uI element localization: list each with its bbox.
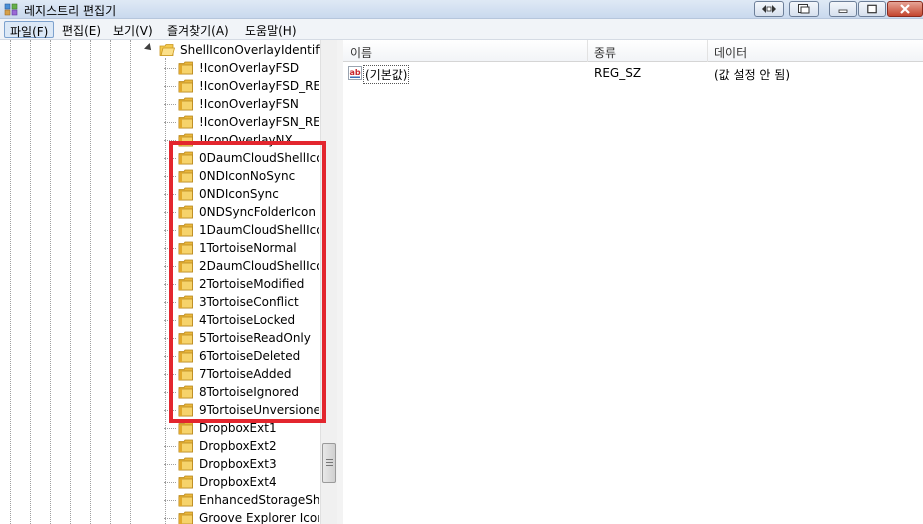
window-mode-button[interactable]	[789, 1, 819, 17]
list-header: 이름 종류 데이터	[343, 40, 923, 62]
string-value-icon: ab	[348, 66, 362, 80]
tree-item[interactable]: !IconOverlayFSD	[150, 59, 320, 77]
thumb-grip	[326, 459, 333, 460]
highlight-box	[169, 141, 326, 423]
tree-item-label: !IconOverlayFSN	[199, 97, 299, 111]
tree-item[interactable]: !IconOverlayFSN	[150, 95, 320, 113]
tree-item-label: !IconOverlayFSD	[199, 61, 300, 75]
window-restore-icon	[798, 4, 810, 14]
column-header-type[interactable]: 종류	[594, 44, 616, 61]
folder-icon	[178, 97, 193, 111]
tree-item-label: DropboxExt3	[199, 457, 277, 471]
folder-icon	[178, 475, 193, 489]
menu-file[interactable]: 파일(F)	[4, 21, 55, 39]
folder-icon	[178, 61, 193, 75]
tree-connector	[164, 482, 176, 483]
tree-item[interactable]: !IconOverlayFSD_REVOC	[150, 77, 320, 95]
tree-guide-line	[110, 40, 111, 524]
tree-item-label: !IconOverlayFSN_REVOC	[199, 115, 319, 129]
double-arrow-icon	[762, 5, 776, 13]
column-divider[interactable]	[587, 40, 588, 62]
folder-icon	[178, 439, 193, 453]
tree-connector	[164, 446, 176, 447]
column-divider[interactable]	[707, 40, 708, 62]
folder-icon	[178, 511, 193, 524]
svg-text:ab: ab	[350, 68, 361, 77]
maximize-icon	[867, 4, 877, 14]
folder-icon	[178, 457, 193, 471]
tree-connector	[164, 86, 176, 87]
tree-connector	[164, 500, 176, 501]
folder-icon	[178, 421, 193, 435]
folder-icon	[178, 115, 193, 129]
close-icon	[900, 4, 910, 14]
tree-item-label: ShellIconOverlayIdentifiers	[180, 43, 320, 57]
tree-item[interactable]: DropboxExt2	[150, 437, 320, 455]
registry-editor-icon	[4, 3, 18, 16]
value-data: (값 설정 안 됨)	[714, 68, 791, 82]
value-name: (기본값)	[363, 65, 410, 84]
menu-help[interactable]: 도움말(H)	[240, 21, 302, 38]
tree-guide-line	[50, 40, 51, 524]
tree-item[interactable]: Groove Explorer Icon O	[150, 509, 320, 524]
minimize-button[interactable]	[829, 1, 857, 17]
tree-connector	[164, 464, 176, 465]
tree-item-label: !IconOverlayFSD_REVOC	[199, 79, 319, 93]
menu-edit[interactable]: 편집(E)	[57, 21, 106, 38]
open-folder-icon	[159, 44, 175, 56]
tree-guide-line	[30, 40, 31, 524]
tree-connector	[164, 122, 176, 123]
minimize-icon	[838, 9, 848, 13]
value-type: REG_SZ	[594, 66, 642, 80]
tree-guide-line	[70, 40, 71, 524]
tree-connector	[164, 518, 176, 519]
thumb-grip	[326, 465, 333, 466]
folder-icon	[178, 79, 193, 93]
nav-button[interactable]	[754, 1, 784, 17]
window-title: 레지스트리 편집기	[24, 4, 117, 18]
column-header-name[interactable]: 이름	[350, 44, 372, 61]
tree-item-label: DropboxExt1	[199, 421, 277, 435]
title-bar: 레지스트리 편집기	[0, 0, 923, 19]
tree-item[interactable]: EnhancedStorageShell	[150, 491, 320, 509]
tree-connector	[164, 104, 176, 105]
menu-favorites[interactable]: 즐겨찾기(A)	[162, 21, 234, 38]
tree-guide-line	[130, 40, 131, 524]
tree-connector	[164, 68, 176, 69]
tree-item-label: Groove Explorer Icon O	[199, 511, 319, 524]
tree-item-parent[interactable]: ShellIconOverlayIdentifiers	[144, 41, 320, 59]
tree-guide-line	[90, 40, 91, 524]
tree-item-label: DropboxExt4	[199, 475, 277, 489]
folder-icon	[178, 493, 193, 507]
expanded-arrow-icon[interactable]	[144, 43, 154, 53]
close-button[interactable]	[887, 1, 923, 17]
tree-item-label: DropboxExt2	[199, 439, 277, 453]
thumb-grip	[326, 462, 333, 463]
tree-item[interactable]: DropboxExt3	[150, 455, 320, 473]
tree-item[interactable]: DropboxExt4	[150, 473, 320, 491]
scrollbar-thumb[interactable]	[322, 443, 336, 483]
tree-connector	[164, 428, 176, 429]
list-row[interactable]: ab (기본값) REG_SZ (값 설정 안 됨)	[343, 64, 923, 84]
maximize-button[interactable]	[858, 1, 886, 17]
tree-item-label: EnhancedStorageShell	[199, 493, 319, 507]
tree-guide-line	[10, 40, 11, 524]
menu-view[interactable]: 보기(V)	[108, 21, 158, 38]
registry-value-list[interactable]: 이름 종류 데이터 ab (기본값) REG_SZ (값 설정 안 됨)	[343, 40, 923, 524]
column-header-data[interactable]: 데이터	[714, 44, 747, 61]
menu-bar: 파일(F) 편집(E) 보기(V) 즐겨찾기(A) 도움말(H)	[0, 19, 923, 40]
tree-item[interactable]: !IconOverlayFSN_REVOC	[150, 113, 320, 131]
